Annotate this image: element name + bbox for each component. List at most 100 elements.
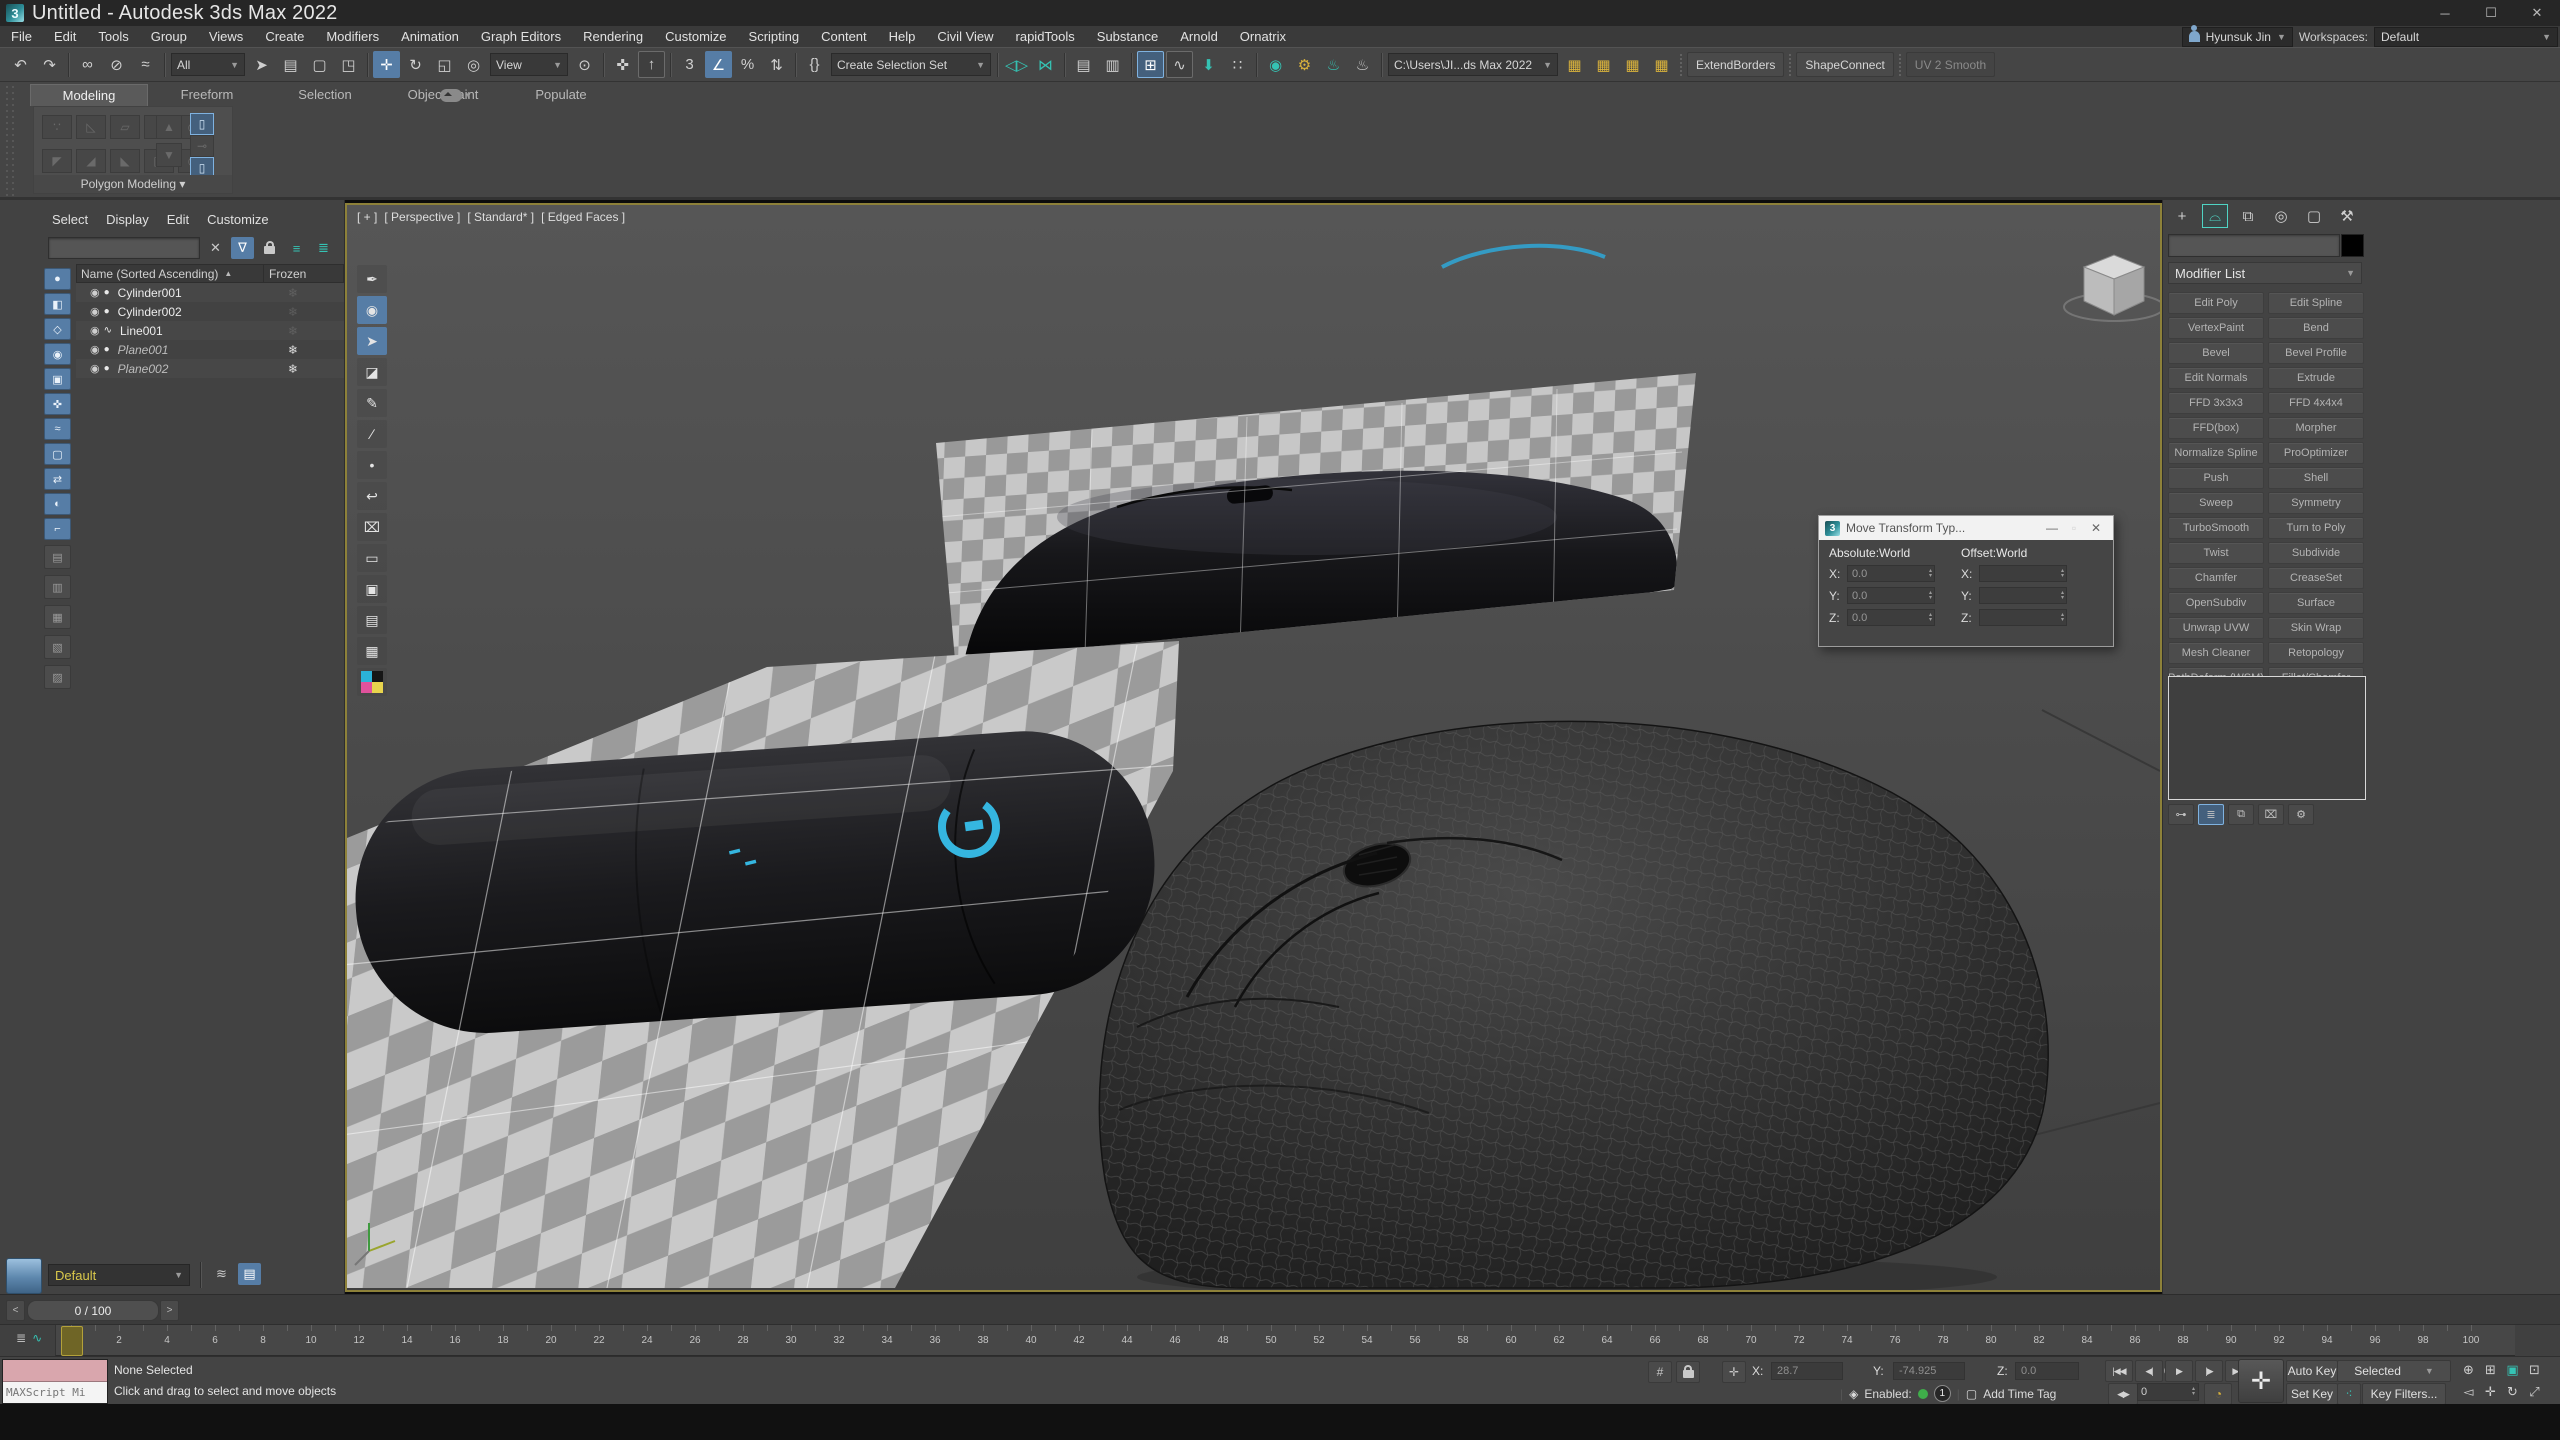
- list-item-cylinder001[interactable]: ◉●Cylinder001❄: [76, 283, 344, 302]
- asset-tool-1-icon[interactable]: ▦: [1561, 51, 1588, 78]
- frozen-icon[interactable]: ❄: [288, 362, 298, 376]
- modifier-edit-normals[interactable]: Edit Normals: [2168, 367, 2264, 389]
- select-object-icon[interactable]: ➤: [248, 51, 275, 78]
- key-filter-icon[interactable]: ⁖: [2337, 1383, 2361, 1405]
- list-item-line001[interactable]: ◉∿Line001❄: [76, 321, 344, 340]
- subobject-button-7[interactable]: ◢: [76, 149, 106, 173]
- visibility-eye-icon[interactable]: ◉: [90, 343, 100, 356]
- filter-geometry-icon[interactable]: ◧: [44, 293, 71, 315]
- subobject-button-2[interactable]: ◺: [76, 115, 106, 139]
- modifier-subdivide[interactable]: Subdivide: [2268, 542, 2364, 564]
- time-configuration-icon[interactable]: ◔: [2204, 1383, 2232, 1405]
- layers-icon[interactable]: ≋: [210, 1263, 233, 1285]
- menu-civil-view[interactable]: Civil View: [926, 27, 1004, 47]
- modifier-skin-wrap[interactable]: Skin Wrap: [2268, 617, 2364, 639]
- set-key-button[interactable]: Set Key: [2286, 1383, 2338, 1405]
- filter-xrefs-icon[interactable]: ⇄: [44, 468, 71, 490]
- rectangular-selection-region-icon[interactable]: ▢: [306, 51, 333, 78]
- add-time-tag[interactable]: Add Time Tag: [1983, 1387, 2056, 1401]
- go-to-start-button[interactable]: |◀◀: [2105, 1360, 2133, 1382]
- uv-2-smooth-button[interactable]: UV 2 Smooth: [1906, 52, 1995, 77]
- key-mode-selector[interactable]: Selected▼: [2337, 1360, 2451, 1382]
- auto-key-button[interactable]: Auto Key: [2286, 1360, 2338, 1382]
- annotate-doc-icon[interactable]: ▤: [357, 606, 387, 634]
- menu-content[interactable]: Content: [810, 27, 878, 47]
- pin-stack-icon[interactable]: ⊶: [2168, 804, 2194, 825]
- modifier-unwrap-uvw[interactable]: Unwrap UVW: [2168, 617, 2264, 639]
- annotate-ruler-icon[interactable]: ∕: [357, 420, 387, 448]
- maximize-button[interactable]: ☐: [2468, 0, 2514, 26]
- ribbon-tab-freeform[interactable]: Freeform: [148, 84, 266, 106]
- align-icon[interactable]: ⋈: [1032, 51, 1059, 78]
- filter-bones-icon[interactable]: ⌐: [44, 518, 71, 540]
- absolute-x-field[interactable]: 0.0▴▾: [1847, 565, 1935, 582]
- viewport-menu-general[interactable]: [ + ]: [357, 210, 377, 224]
- menu-substance[interactable]: Substance: [1086, 27, 1169, 47]
- menu-animation[interactable]: Animation: [390, 27, 470, 47]
- modifier-bend[interactable]: Bend: [2268, 317, 2364, 339]
- asset-tool-2-icon[interactable]: ▦: [1590, 51, 1617, 78]
- object-name-field[interactable]: [2168, 234, 2340, 257]
- list-header[interactable]: Name (Sorted Ascending) ▲ Frozen: [76, 264, 344, 283]
- filter-materials-icon[interactable]: ◐: [44, 493, 71, 515]
- project-folder-dropdown[interactable]: C:\Users\JI...ds Max 2022▼: [1388, 53, 1558, 76]
- annotate-clipboard-icon[interactable]: ▦: [357, 637, 387, 665]
- toggle-layer-explorer-icon[interactable]: ▥: [1099, 51, 1126, 78]
- selection-filter-dropdown[interactable]: All▼: [171, 53, 245, 76]
- extend-borders-button[interactable]: ExtendBorders: [1687, 52, 1784, 77]
- toolbar-drag-handle[interactable]: [1679, 53, 1683, 77]
- zoom-extents-icon[interactable]: ▣: [2502, 1359, 2523, 1380]
- timeline-ruler[interactable]: 0246810121416182022242628303234363840424…: [55, 1325, 2515, 1357]
- toolbar-drag-handle[interactable]: [1898, 53, 1902, 77]
- trackbar-filter-icon[interactable]: ∿: [32, 1331, 42, 1345]
- zoom-extents-all-icon[interactable]: ⊡: [2524, 1359, 2545, 1380]
- menu-scripting[interactable]: Scripting: [738, 27, 811, 47]
- offset-x-field[interactable]: ▴▾: [1979, 565, 2067, 582]
- keyboard-shortcut-override-icon[interactable]: ↑: [638, 51, 665, 78]
- spinner-arrows[interactable]: ▴▾: [1929, 569, 1932, 579]
- viewport-menu-shading[interactable]: [ Edged Faces ]: [541, 210, 625, 224]
- select-and-move-icon[interactable]: ✛: [373, 51, 400, 78]
- explorer-menu-select[interactable]: Select: [52, 212, 88, 227]
- modifier-extrude[interactable]: Extrude: [2268, 367, 2364, 389]
- frozen-icon[interactable]: ❄: [288, 305, 298, 319]
- modifier-push[interactable]: Push: [2168, 467, 2264, 489]
- make-unique-icon[interactable]: ⧉: [2228, 804, 2254, 825]
- spinner-arrows[interactable]: ▴▾: [2061, 591, 2064, 601]
- toggle-scene-explorer-icon[interactable]: ⊞: [1137, 51, 1164, 78]
- annotate-undo-icon[interactable]: ↩: [357, 482, 387, 510]
- modifier-opensubdiv[interactable]: OpenSubdiv: [2168, 592, 2264, 614]
- modifier-normalize-spline[interactable]: Normalize Spline: [2168, 442, 2264, 464]
- field-of-view-icon[interactable]: ◅: [2458, 1381, 2479, 1402]
- filter-lights-icon[interactable]: ◉: [44, 343, 71, 365]
- tab-create[interactable]: +: [2169, 204, 2195, 228]
- visibility-eye-icon[interactable]: ◉: [90, 362, 100, 375]
- key-filters-button[interactable]: Key Filters...: [2362, 1383, 2446, 1405]
- lock-icon[interactable]: [258, 237, 281, 259]
- mirror-icon[interactable]: ◁▷: [1003, 51, 1030, 78]
- absolute-y-field[interactable]: 0.0▴▾: [1847, 587, 1935, 604]
- annotate-camera-icon[interactable]: ▣: [357, 575, 387, 603]
- schematic-view-icon[interactable]: ∷: [1224, 51, 1251, 78]
- dialog-close-button[interactable]: ✕: [2085, 518, 2107, 538]
- x-coordinate-field[interactable]: 28.7: [1771, 1362, 1843, 1380]
- viewport-canvas[interactable]: [347, 205, 2160, 1290]
- key-step-toggle[interactable]: ◀▶: [2108, 1383, 2138, 1405]
- modifier-twist[interactable]: Twist: [2168, 542, 2264, 564]
- modifier-ffd-4x4x4[interactable]: FFD 4x4x4: [2268, 392, 2364, 414]
- visibility-eye-icon[interactable]: ◉: [90, 305, 100, 318]
- pan-icon[interactable]: ✛: [2480, 1381, 2501, 1402]
- annotate-pen-icon[interactable]: ✒: [357, 265, 387, 293]
- minimize-button[interactable]: ─: [2422, 0, 2468, 26]
- modifier-mesh-cleaner[interactable]: Mesh Cleaner: [2168, 642, 2264, 664]
- filter-shapes-icon[interactable]: ◇: [44, 318, 71, 340]
- window-crossing-toggle-icon[interactable]: ◳: [335, 51, 362, 78]
- rendered-frame-window-icon[interactable]: ♨: [1320, 51, 1347, 78]
- subobject-button-6[interactable]: ◤: [42, 149, 72, 173]
- filter-cameras-icon[interactable]: ▣: [44, 368, 71, 390]
- visibility-eye-icon[interactable]: ◉: [90, 324, 100, 337]
- previous-frame-button[interactable]: ◀|: [2135, 1360, 2163, 1382]
- ribbon-tab-modeling[interactable]: Modeling: [30, 84, 148, 106]
- asset-tool-3-icon[interactable]: ▦: [1619, 51, 1646, 78]
- dope-sheet-icon[interactable]: ⬇: [1195, 51, 1222, 78]
